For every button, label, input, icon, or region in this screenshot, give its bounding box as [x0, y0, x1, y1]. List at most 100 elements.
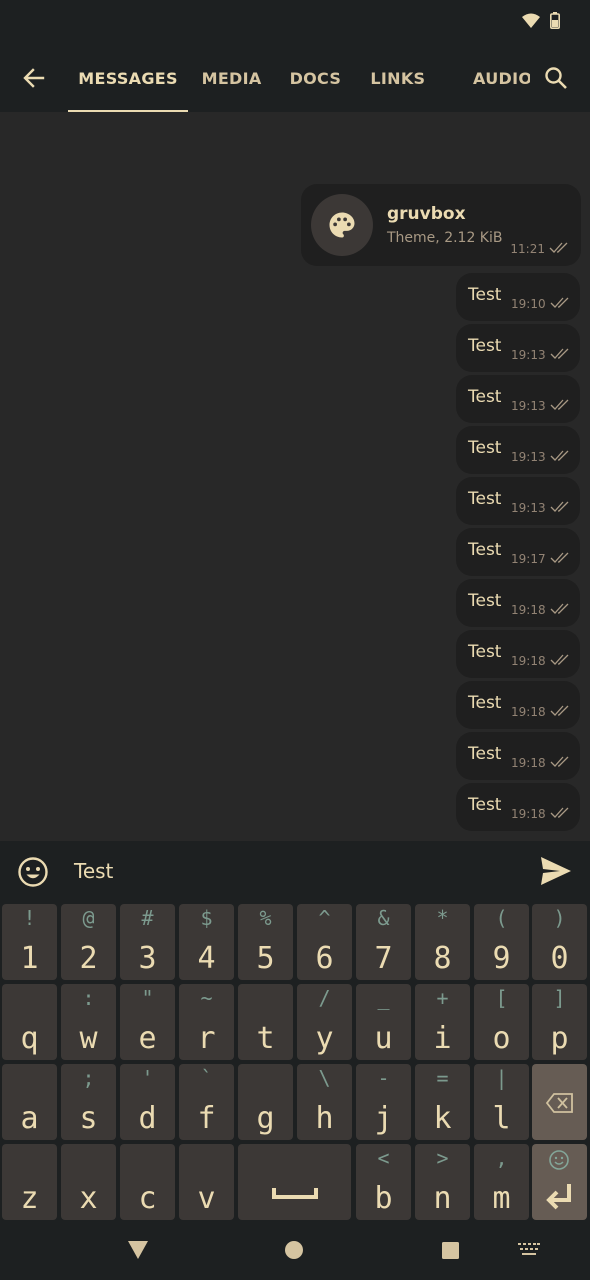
file-button[interactable]	[311, 194, 373, 256]
smiley-icon	[549, 1150, 569, 1170]
key-2[interactable]: @2	[61, 904, 116, 980]
key-label: 2	[79, 941, 98, 976]
message-bubble[interactable]: Test 19:18	[456, 681, 580, 729]
message-time: 19:18	[511, 603, 546, 617]
space-key[interactable]	[238, 1144, 351, 1220]
key-u[interactable]: _ u	[356, 984, 411, 1060]
key-a[interactable]: a	[2, 1064, 57, 1140]
key-e[interactable]: " e	[120, 984, 175, 1060]
key-label: u	[374, 1021, 393, 1056]
key-c[interactable]: c	[120, 1144, 175, 1220]
key-i[interactable]: + i	[415, 984, 470, 1060]
key-p[interactable]: ] p	[532, 984, 587, 1060]
key-n[interactable]: > n	[415, 1144, 470, 1220]
tab-docs[interactable]: DOCS	[275, 44, 356, 112]
message-bubble[interactable]: Test 19:18	[456, 579, 580, 627]
tab-messages[interactable]: MESSAGES	[68, 44, 189, 112]
enter-key[interactable]	[532, 1144, 587, 1220]
key-1[interactable]: ! 1	[2, 904, 57, 980]
key-r[interactable]: ~ r	[179, 984, 234, 1060]
message-time: 19:13	[511, 399, 546, 413]
message-bubble[interactable]: Test 19:13	[456, 375, 580, 423]
key-label: f	[197, 1101, 216, 1136]
key-alt-label: <	[377, 1146, 390, 1170]
key-j[interactable]: -j	[356, 1064, 411, 1140]
key-o[interactable]: [o	[474, 984, 529, 1060]
message-text: Test	[468, 693, 502, 713]
tab-media[interactable]: MEDIA	[188, 44, 275, 112]
tab-links[interactable]: LINKS	[356, 44, 440, 112]
nav-recent-icon[interactable]	[442, 1242, 459, 1259]
message-bubble[interactable]: Test 19:18	[456, 732, 580, 780]
message-time: 11:21	[510, 242, 545, 256]
key-7[interactable]: & 7	[356, 904, 411, 980]
key-9[interactable]: (9	[474, 904, 529, 980]
key-v[interactable]: v	[179, 1144, 234, 1220]
key-alt-label: *	[436, 906, 449, 930]
emoji-icon[interactable]	[16, 855, 50, 889]
key-3[interactable]: #3	[120, 904, 175, 980]
key-g[interactable]: g	[238, 1064, 293, 1140]
key-f[interactable]: ` f	[179, 1064, 234, 1140]
backspace-key[interactable]	[532, 1064, 587, 1140]
key-b[interactable]: < b	[356, 1144, 411, 1220]
tab-audio[interactable]: AUDIO	[440, 44, 530, 112]
double-check-icon	[550, 756, 569, 767]
key-m[interactable]: ,m	[474, 1144, 529, 1220]
palette-icon	[329, 212, 355, 238]
key-h[interactable]: \ h	[297, 1064, 352, 1140]
key-5[interactable]: % 5	[238, 904, 293, 980]
key-k[interactable]: = k	[415, 1064, 470, 1140]
key-alt-label: |	[495, 1066, 508, 1090]
message-bubble[interactable]: Test 19:17	[456, 528, 580, 576]
message-bubble[interactable]: Test 19:10	[456, 273, 580, 321]
double-check-icon	[550, 297, 569, 308]
nav-home-icon[interactable]	[285, 1241, 303, 1259]
key-label: 9	[492, 941, 511, 976]
double-check-icon	[550, 450, 569, 461]
key-l[interactable]: | l	[474, 1064, 529, 1140]
nav-back-icon[interactable]	[128, 1241, 148, 1259]
key-x[interactable]: x	[61, 1144, 116, 1220]
key-d[interactable]: ' d	[120, 1064, 175, 1140]
message-text: Test	[468, 744, 502, 764]
message-bubble[interactable]: Test 19:13	[456, 324, 580, 372]
message-bubble[interactable]: Test 19:18	[456, 630, 580, 678]
key-t[interactable]: t	[238, 984, 293, 1060]
key-label: 6	[315, 941, 334, 976]
key-label: 7	[374, 941, 393, 976]
key-8[interactable]: * 8	[415, 904, 470, 980]
key-q[interactable]: q	[2, 984, 57, 1060]
key-y[interactable]: / y	[297, 984, 352, 1060]
message-time: 19:18	[511, 654, 546, 668]
message-bubble[interactable]: Test 19:13	[456, 426, 580, 474]
system-nav-bar	[0, 1225, 590, 1280]
search-button[interactable]	[536, 58, 576, 98]
key-label: l	[492, 1101, 511, 1136]
message-bubble[interactable]: Test 19:18	[456, 783, 580, 831]
message-text: Test	[468, 285, 502, 305]
message-text: Test	[468, 336, 502, 356]
message-text: Test	[468, 438, 502, 458]
send-icon[interactable]	[538, 853, 574, 889]
key-0[interactable]: ) 0	[532, 904, 587, 980]
key-s[interactable]: ; s	[61, 1064, 116, 1140]
key-z[interactable]: z	[2, 1144, 57, 1220]
key-6[interactable]: ^ 6	[297, 904, 352, 980]
key-alt-label: ]	[553, 986, 566, 1010]
key-4[interactable]: $4	[179, 904, 234, 980]
backspace-icon	[545, 1093, 573, 1113]
chat-area[interactable]: gruvbox Theme, 2.12 KiB 11:21 Test 19:10 T…	[0, 112, 590, 841]
message-time: 19:10	[511, 297, 546, 311]
message-input[interactable]: Test	[74, 859, 113, 883]
key-alt-label: ,	[495, 1146, 508, 1170]
file-message[interactable]: gruvbox Theme, 2.12 KiB 11:21	[301, 184, 581, 266]
keyboard-switch-icon[interactable]	[518, 1243, 540, 1257]
double-check-icon	[550, 348, 569, 359]
key-alt-label: ;	[82, 1066, 95, 1090]
key-alt-label: /	[318, 986, 331, 1010]
back-button[interactable]	[14, 58, 54, 98]
key-w[interactable]: :w	[61, 984, 116, 1060]
message-bubble[interactable]: Test 19:13	[456, 477, 580, 525]
key-label: t	[256, 1021, 275, 1056]
